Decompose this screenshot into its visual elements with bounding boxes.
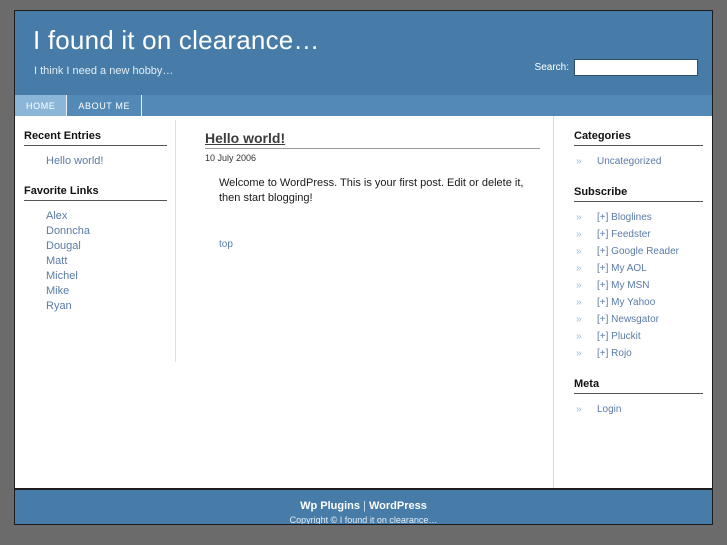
widget-title-meta: Meta [574,378,703,394]
favorite-link-alex[interactable]: Alex [46,210,67,222]
footer-link-wp-plugins[interactable]: Wp Plugins [300,500,360,512]
post-body: Welcome to WordPress. This is your first… [219,177,524,204]
subscribe-list: » [+] Bloglines » [+] Feedster » [+] Goo… [574,209,703,362]
right-sidebar: Categories » Uncategorized Subscribe » [… [561,116,712,418]
content-area: Recent Entries Hello world! Favorite Lin… [15,116,712,488]
post-date: 10 July 2006 [205,153,257,163]
list-item[interactable]: » Login [574,401,703,418]
categories-list: » Uncategorized [574,153,703,170]
list-item[interactable]: » [+] My Yahoo [574,294,703,311]
list-item[interactable]: » [+] Feedster [574,226,703,243]
favorite-link-ryan[interactable]: Ryan [46,300,72,312]
left-divider [175,120,176,362]
chevron-right-icon: » [576,297,582,308]
list-item[interactable]: » [+] My AOL [574,260,703,277]
list-item: Ryan [46,299,167,314]
list-item: Matt [46,254,167,269]
chevron-right-icon: » [576,348,582,359]
subscribe-link-feedster[interactable]: [+] Feedster [597,229,651,240]
main-navigation: HOME ABOUT ME [15,95,712,116]
subscribe-link-my-yahoo[interactable]: [+] My Yahoo [597,297,655,308]
list-item[interactable]: » [+] Pluckit [574,328,703,345]
list-item[interactable]: » [+] Rojo [574,345,703,362]
list-item: Donncha [46,224,167,239]
post-title: Hello world! [205,130,540,149]
favorite-link-mike[interactable]: Mike [46,285,69,297]
footer-link-wordpress[interactable]: WordPress [369,500,427,512]
category-link-uncategorized[interactable]: Uncategorized [597,156,661,167]
footer-links: Wp Plugins | WordPress [15,499,712,513]
search-area: Search: [535,59,698,76]
favorite-link-donncha[interactable]: Donncha [46,225,90,237]
list-item[interactable]: » [+] My MSN [574,277,703,294]
footer-separator-1: | [360,500,369,512]
widget-title-recent-entries: Recent Entries [24,130,167,146]
post-title-link[interactable]: Hello world! [205,130,285,146]
left-sidebar: Recent Entries Hello world! Favorite Lin… [15,116,176,314]
chevron-right-icon: » [576,331,582,342]
subscribe-link-bloglines[interactable]: [+] Bloglines [597,212,652,223]
list-item: Alex [46,209,167,224]
subscribe-link-rojo[interactable]: [+] Rojo [597,348,632,359]
site-header: I found it on clearance… I think I need … [15,11,712,95]
favorite-link-matt[interactable]: Matt [46,255,67,267]
recent-entries-list: Hello world! [24,154,167,169]
chevron-right-icon: » [576,263,582,274]
list-item[interactable]: » [+] Newsgator [574,311,703,328]
favorite-link-dougal[interactable]: Dougal [46,240,81,252]
subscribe-link-google-reader[interactable]: [+] Google Reader [597,246,679,257]
subscribe-link-pluckit[interactable]: [+] Pluckit [597,331,641,342]
chevron-right-icon: » [576,229,582,240]
widget-title-categories: Categories [574,130,703,146]
right-divider [553,116,554,488]
nav-item-home[interactable]: HOME [15,95,68,116]
list-item[interactable]: » [+] Bloglines [574,209,703,226]
favorite-links-list: Alex Donncha Dougal Matt Michel Mike Rya… [24,209,167,314]
chevron-right-icon: » [576,156,582,167]
chevron-right-icon: » [576,280,582,291]
list-item[interactable]: » Uncategorized [574,153,703,170]
search-label: Search: [534,62,569,73]
list-item: Hello world! [46,154,167,169]
favorite-link-michel[interactable]: Michel [46,270,78,282]
subscribe-link-newsgator[interactable]: [+] Newsgator [597,314,659,325]
site-title: I found it on clearance… [33,25,320,55]
chevron-right-icon: » [576,404,582,415]
top-link[interactable]: top [219,239,233,250]
recent-entry-link[interactable]: Hello world! [46,155,103,167]
search-input[interactable] [574,59,698,76]
list-item[interactable]: » [+] Google Reader [574,243,703,260]
page-frame: I found it on clearance… I think I need … [14,10,713,525]
widget-title-favorite-links: Favorite Links [24,185,167,201]
list-item: Mike [46,284,167,299]
site-tagline: I think I need a new hobby… [34,65,174,77]
widget-title-subscribe: Subscribe [574,186,703,202]
meta-list: » Login [574,401,703,418]
site-footer: Wp Plugins | WordPress Copyright © I fou… [15,488,712,525]
main-content: Hello world! 10 July 2006 Welcome to Wor… [190,116,550,252]
chevron-right-icon: » [576,212,582,223]
nav-item-about-me[interactable]: ABOUT ME [67,95,143,116]
chevron-right-icon: » [576,314,582,325]
chevron-right-icon: » [576,246,582,257]
meta-link-login[interactable]: Login [597,404,621,415]
subscribe-link-my-aol[interactable]: [+] My AOL [597,263,647,274]
footer-copyright: Copyright © I found it on clearance… [289,515,438,525]
list-item: Michel [46,269,167,284]
subscribe-link-my-msn[interactable]: [+] My MSN [597,280,650,291]
list-item: Dougal [46,239,167,254]
